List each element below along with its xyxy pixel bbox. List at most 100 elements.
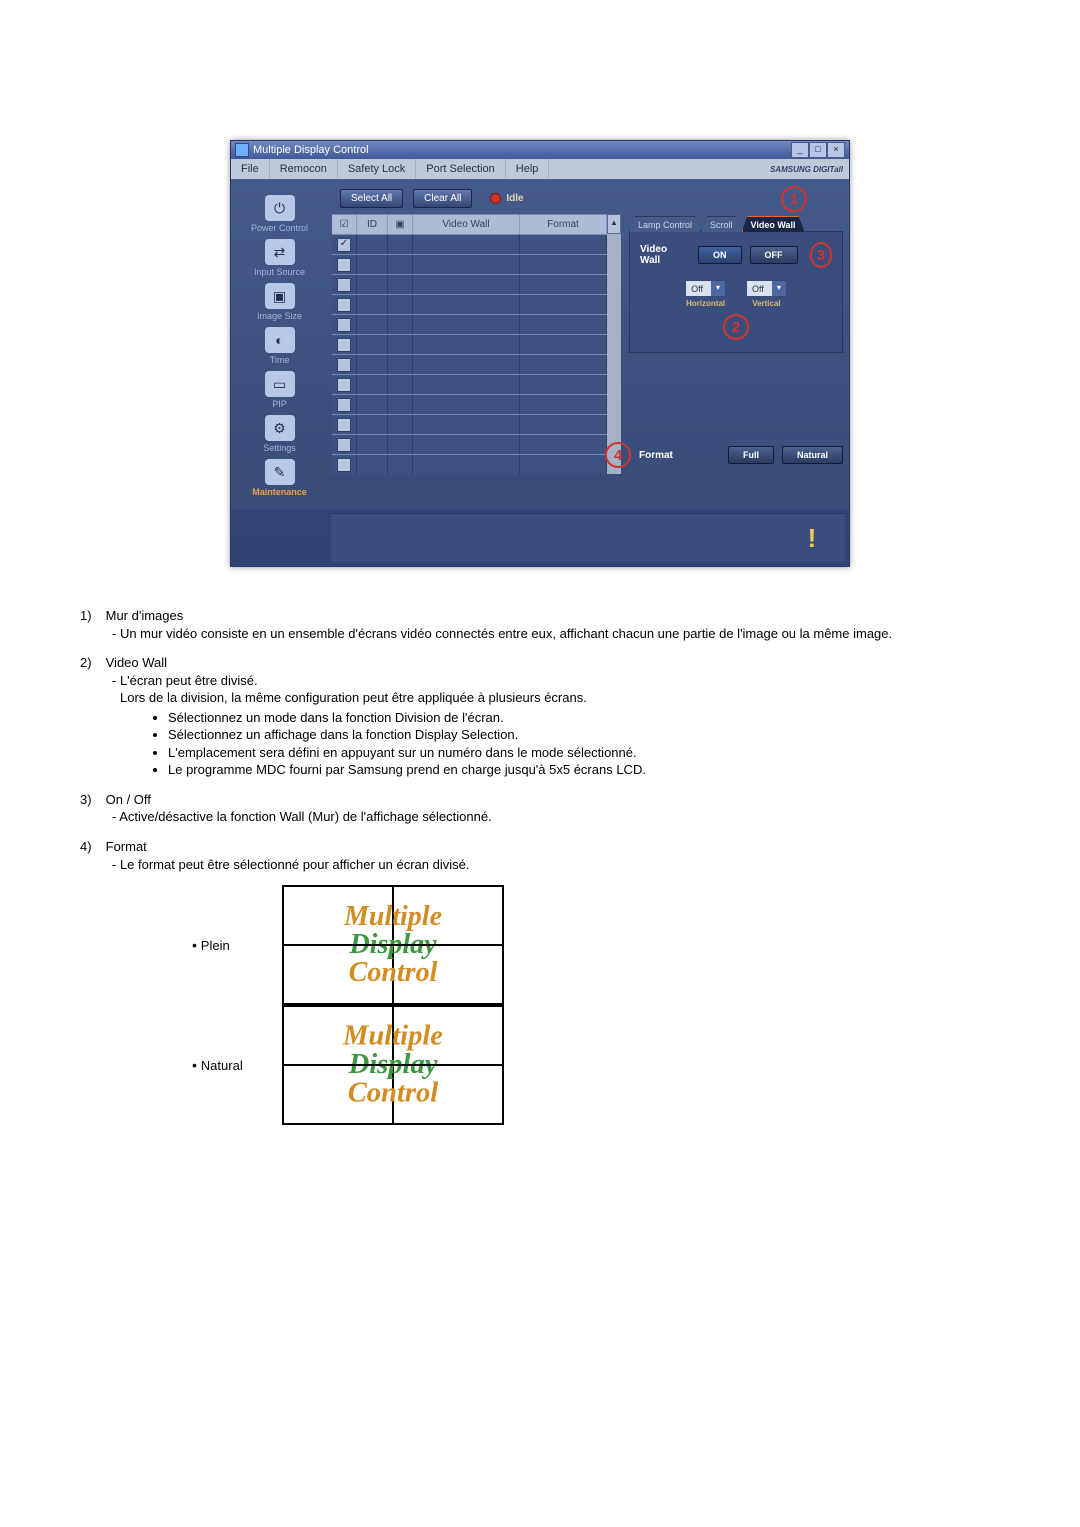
menu-safety-lock[interactable]: Safety Lock	[338, 159, 416, 179]
sidebar-item-pip[interactable]: ▭ PIP	[231, 369, 328, 413]
sidebar-item-settings[interactable]: ⚙ Settings	[231, 413, 328, 457]
tab-scroll[interactable]: Scroll	[701, 216, 742, 232]
item-line: - Un mur vidéo consiste en un ensemble d…	[80, 625, 1000, 643]
menubar: File Remocon Safety Lock Port Selection …	[231, 159, 849, 179]
sidebar-label: Settings	[263, 443, 296, 453]
row-checkbox[interactable]	[337, 378, 351, 392]
video-wall-on-button[interactable]: ON	[698, 246, 742, 264]
table-row[interactable]	[332, 334, 607, 354]
sidebar-item-time[interactable]: ◐ Time	[231, 325, 328, 369]
item-title: Format	[106, 839, 147, 854]
right-panel: 1 Lamp Control Scroll Video Wall Video W…	[621, 214, 849, 474]
window-buttons: _ □ ×	[791, 142, 845, 158]
gear-icon: ⚙	[265, 415, 295, 441]
horizontal-select[interactable]: Off ▾	[685, 280, 726, 297]
row-checkbox[interactable]	[337, 338, 351, 352]
tab-lamp-control[interactable]: Lamp Control	[629, 216, 701, 232]
item-line: - Le format peut être sélectionné pour a…	[80, 856, 1000, 874]
item-number: 1)	[80, 607, 102, 625]
callout-2: 2	[723, 314, 749, 340]
sidebar-label: Maintenance	[252, 487, 307, 497]
vertical-select[interactable]: Off ▾	[746, 280, 787, 297]
chevron-down-icon[interactable]: ▾	[711, 281, 725, 296]
select-all-button[interactable]: Select All	[340, 189, 403, 208]
callout-1: 1	[781, 186, 807, 212]
video-wall-off-button[interactable]: OFF	[750, 246, 798, 264]
minimize-button[interactable]: _	[791, 142, 809, 158]
col-id: ID	[357, 215, 388, 234]
bullet: L'emplacement sera défini en appuyant su…	[168, 744, 1000, 762]
thumb-line: Multiple	[344, 903, 442, 931]
menu-help[interactable]: Help	[506, 159, 550, 179]
item-number: 2)	[80, 654, 102, 672]
grid-scrollbar[interactable]: ▲	[607, 214, 621, 474]
sidebar-label: Power Control	[251, 223, 308, 233]
row-checkbox[interactable]	[337, 458, 351, 472]
format-plein-label: Plein	[192, 885, 282, 1005]
sidebar-item-maintenance[interactable]: ✎ Maintenance	[231, 457, 328, 501]
table-row[interactable]	[332, 394, 607, 414]
close-button[interactable]: ×	[827, 142, 845, 158]
item-title: Video Wall	[106, 655, 167, 670]
horizontal-value: Off	[686, 284, 711, 294]
table-row[interactable]	[332, 254, 607, 274]
table-row[interactable]	[332, 414, 607, 434]
maximize-button[interactable]: □	[809, 142, 827, 158]
idle-label: Idle	[506, 193, 523, 204]
format-panel: 4 Format Full Natural	[605, 442, 843, 468]
table-row[interactable]	[332, 274, 607, 294]
power-icon: ⏻	[265, 195, 295, 221]
table-row[interactable]	[332, 354, 607, 374]
table-row[interactable]	[332, 314, 607, 334]
item-title: On / Off	[106, 792, 151, 807]
table-row[interactable]	[332, 234, 607, 254]
tab-video-wall[interactable]: Video Wall	[742, 216, 805, 232]
col-videowall: Video Wall	[413, 215, 520, 234]
image-size-icon: ▣	[265, 283, 295, 309]
row-checkbox[interactable]	[337, 418, 351, 432]
row-checkbox[interactable]	[337, 358, 351, 372]
format-plein-thumb: Multiple Display Control	[282, 885, 504, 1005]
scroll-track[interactable]	[607, 234, 621, 474]
table-row[interactable]	[332, 454, 607, 474]
format-full-button[interactable]: Full	[728, 446, 774, 464]
sidebar-label: Time	[270, 355, 290, 365]
row-checkbox[interactable]	[337, 278, 351, 292]
thumb-line: Display	[349, 931, 436, 959]
time-icon: ◐	[265, 327, 295, 353]
chevron-down-icon[interactable]: ▾	[772, 281, 786, 296]
table-row[interactable]	[332, 434, 607, 454]
thumb-line: Multiple	[343, 1022, 443, 1051]
item-number: 3)	[80, 791, 102, 809]
horizontal-label: Horizontal	[686, 299, 725, 308]
thumb-line: Display	[349, 1051, 438, 1080]
row-checkbox[interactable]	[337, 238, 351, 252]
menu-port-selection[interactable]: Port Selection	[416, 159, 505, 179]
row-checkbox[interactable]	[337, 318, 351, 332]
table-row[interactable]	[332, 294, 607, 314]
row-checkbox[interactable]	[337, 398, 351, 412]
item-number: 4)	[80, 838, 102, 856]
callout-4: 4	[605, 442, 631, 468]
sidebar-item-image-size[interactable]: ▣ Image Size	[231, 281, 328, 325]
row-checkbox[interactable]	[337, 258, 351, 272]
col-check[interactable]: ☑	[332, 215, 357, 234]
format-natural-label: Natural	[192, 1005, 282, 1125]
col-format: Format	[520, 215, 607, 234]
row-checkbox[interactable]	[337, 298, 351, 312]
clear-all-button[interactable]: Clear All	[413, 189, 472, 208]
item-line: - L'écran peut être divisé.	[80, 672, 1000, 690]
table-row[interactable]	[332, 374, 607, 394]
format-label: Format	[639, 450, 673, 461]
sidebar-item-power-control[interactable]: ⏻ Power Control	[231, 193, 328, 237]
callout-3: 3	[810, 242, 832, 268]
row-checkbox[interactable]	[337, 438, 351, 452]
brand-label: SAMSUNG DIGITall	[764, 165, 849, 174]
scroll-up-icon[interactable]: ▲	[607, 214, 621, 234]
titlebar: Multiple Display Control _ □ ×	[231, 141, 849, 159]
pip-icon: ▭	[265, 371, 295, 397]
menu-remocon[interactable]: Remocon	[270, 159, 338, 179]
menu-file[interactable]: File	[231, 159, 270, 179]
format-natural-button[interactable]: Natural	[782, 446, 843, 464]
sidebar-item-input-source[interactable]: ⇄ Input Source	[231, 237, 328, 281]
